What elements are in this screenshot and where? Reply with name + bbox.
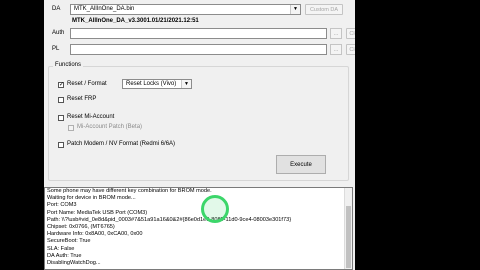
log-line: Some phone may have different key combin… <box>47 188 212 194</box>
pl-label: PL <box>52 46 60 52</box>
log-line: Hardware Info: 0x8A00, 0xCA00, 0x00 <box>47 231 143 238</box>
patch-modem-label: Patch Modem / NV Format (Redmi 6/6A) <box>67 141 176 147</box>
pl-clear-button[interactable]: Clear <box>346 44 355 55</box>
reset-mode-select[interactable]: Reset Locks (Vivo) ▼ <box>122 79 192 89</box>
reset-format-checkbox[interactable]: ✓ <box>58 82 64 88</box>
patch-modem-checkbox[interactable] <box>58 142 64 148</box>
functions-group-label: Functions <box>53 62 84 68</box>
da-label: DA <box>52 6 61 12</box>
reset-mi-account-checkbox[interactable] <box>58 115 64 121</box>
log-line: SLA: False <box>47 245 75 252</box>
log-scroll-thumb[interactable] <box>346 206 351 268</box>
log-lines: Some phone may have different key combin… <box>45 188 352 267</box>
reset-format-label: Reset / Format <box>67 81 107 87</box>
auth-clear-button[interactable]: Clear <box>346 28 355 39</box>
chevron-down-icon: ▼ <box>290 5 300 14</box>
ellipsis-icon: … <box>333 30 339 37</box>
da-version-text: MTK_AllInOne_DA_v3.3001.01/21/2021.12:51 <box>72 18 199 24</box>
execute-button[interactable]: Execute <box>276 155 326 174</box>
log-line: Port Name: MediaTek USB Port (COM3) <box>47 209 148 216</box>
da-select[interactable]: MTK_AllInOne_DA.bin ▼ <box>70 4 301 15</box>
log-line: Path: \\?\usb#vid_0e8d&pid_0003#7&51a91a… <box>47 216 292 223</box>
reset-mode-value: Reset Locks (Vivo) <box>126 81 177 87</box>
chevron-down-icon: ▼ <box>181 80 191 88</box>
log-line: DA Auth: True <box>47 252 82 259</box>
log-line: DisablingWatchDog... <box>47 260 101 267</box>
mi-account-patch-label: Mi-Account Patch (Beta) <box>77 124 143 130</box>
cursor-highlight-icon <box>201 195 229 223</box>
log-line: Waiting for device in BROM mode... <box>47 195 136 202</box>
app-window: DA MTK_AllInOne_DA.bin ▼ Custom DA MTK_A… <box>44 0 355 270</box>
reset-frp-checkbox[interactable] <box>58 97 64 103</box>
log-scrollbar[interactable] <box>344 188 352 269</box>
custom-da-button[interactable]: Custom DA <box>305 4 343 15</box>
auth-browse-button[interactable]: … <box>330 28 342 39</box>
auth-file-field[interactable] <box>70 28 327 39</box>
auth-label: Auth <box>52 30 65 36</box>
reset-frp-label: Reset FRP <box>67 96 97 102</box>
log-line: SecureBoot: True <box>47 238 91 245</box>
ellipsis-icon: … <box>333 46 339 53</box>
pl-browse-button[interactable]: … <box>330 44 342 55</box>
mi-account-patch-checkbox[interactable] <box>68 125 74 131</box>
pl-file-field[interactable] <box>70 44 327 55</box>
log-line: Port: COM3 <box>47 202 77 209</box>
reset-mi-account-label: Reset Mi-Account <box>67 114 115 120</box>
da-select-value: MTK_AllInOne_DA.bin <box>74 6 135 12</box>
log-line: Chipset: 0x0766, (MT6765) <box>47 224 115 231</box>
log-output[interactable]: Some phone may have different key combin… <box>44 187 353 270</box>
